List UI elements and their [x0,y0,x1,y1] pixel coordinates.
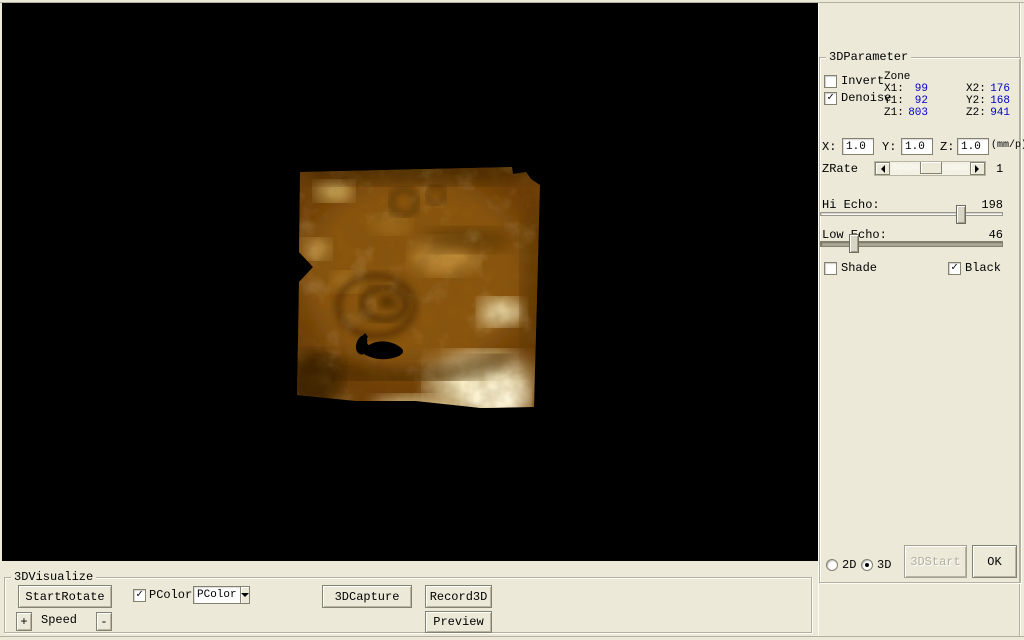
mode-2d-label: 2D [842,559,856,572]
shade-checkbox[interactable] [824,262,837,275]
speed-label: Speed [41,614,77,627]
chevron-down-icon [241,593,249,601]
hi-echo-slider-track[interactable] [820,212,1003,216]
black-checkbox[interactable]: ✓ [948,262,961,275]
scale-x-input[interactable] [842,138,874,155]
hi-echo-slider-thumb[interactable] [956,205,966,224]
hi-echo-label: Hi Echo: [822,199,880,212]
visualize-groupbox-title: 3DVisualize [11,570,96,584]
low-echo-slider-track[interactable] [820,241,1003,247]
zone-row-x: X1: 99 X2: 176 [884,83,1010,95]
pcolor-dropdown-value: PColor [194,589,240,601]
zrate-scrollbar[interactable]: 00000 00000 [874,161,986,176]
invert-checkbox[interactable] [824,75,837,88]
scale-z-input[interactable] [957,138,989,155]
zone-row-z: Z1: 803 Z2: 941 [884,107,1010,119]
pcolor-checkmark: ✓ [136,589,143,601]
ok-button[interactable]: OK [972,545,1017,578]
pcolor-dropdown[interactable]: PColor [193,586,250,604]
parameter-groupbox: 3DParameter [819,57,1021,583]
zone-x1-value: 99 [905,83,928,95]
scroll-right-icon [975,165,983,173]
hi-echo-value: 198 [963,199,1003,212]
scroll-left-icon [877,165,885,173]
zone-y1-label: Y1: [884,95,905,107]
low-echo-slider-thumb[interactable] [849,234,859,253]
scale-z-label: Z: [940,141,954,154]
zone-row-y: Y1: 92 Y2: 168 [884,95,1010,107]
zone-z1-label: Z1: [884,107,905,119]
preview-button[interactable]: Preview [425,611,492,633]
scale-y-input[interactable] [901,138,933,155]
app-window: { "window": { "bg_color": "#ece9d8", "vi… [0,0,1024,640]
volume-render-svg [296,164,542,412]
zrate-scroll-left-button[interactable] [875,162,890,175]
zone-x2-label: X2: [966,83,987,95]
zone-x1-label: X1: [884,83,905,95]
zrate-track-watermark-left: 00000 [892,162,919,175]
parameter-groupbox-title: 3DParameter [826,50,911,64]
zone-z2-label: Z2: [966,107,987,119]
3dstart-button[interactable]: 3DStart [904,545,967,578]
zone-y2-label: Y2: [966,95,987,107]
pcolor-checkbox[interactable]: ✓ [133,589,146,602]
invert-label: Invert [841,75,884,88]
zone-z1-value: 803 [905,107,928,119]
mode-2d-radio[interactable] [826,559,838,571]
denoise-checkbox[interactable]: ✓ [824,92,837,105]
zrate-label: ZRate [822,163,858,176]
render-viewport[interactable] [2,3,818,561]
black-checkmark: ✓ [951,262,958,274]
scale-unit-label: (mm/p) [991,139,1024,152]
mode-3d-radio[interactable] [861,559,873,571]
zrate-scroll-right-button[interactable] [970,162,985,175]
pcolor-dropdown-button[interactable] [240,587,249,603]
3dcapture-button[interactable]: 3DCapture [322,585,412,608]
zrate-scrollbar-track[interactable]: 00000 00000 [890,162,970,175]
record3d-button[interactable]: Record3D [425,585,492,608]
zone-y2-value: 168 [987,95,1010,107]
scale-y-label: Y: [882,141,896,154]
volume-render-image[interactable] [296,164,542,412]
scale-x-label: X: [822,141,836,154]
zone-readout: X1: 99 X2: 176 Y1: 92 Y2: 168 Z1: 803 Z2… [884,83,1010,119]
zone-y1-value: 92 [905,95,928,107]
speed-plus-button[interactable]: + [16,612,32,631]
zone-x2-value: 176 [987,83,1010,95]
black-label: Black [965,262,1001,275]
zrate-value: 1 [996,163,1003,176]
window-border-bottom [0,636,1024,637]
start-rotate-button[interactable]: StartRotate [18,585,112,608]
pcolor-label: PColor [149,589,192,602]
mode-3d-label: 3D [877,559,891,572]
zrate-scrollbar-thumb[interactable] [920,162,942,174]
zone-z2-value: 941 [987,107,1010,119]
shade-label: Shade [841,262,877,275]
speed-minus-button[interactable]: - [96,612,112,631]
zrate-track-watermark-right: 00000 [941,162,968,175]
denoise-checkmark: ✓ [827,92,834,104]
